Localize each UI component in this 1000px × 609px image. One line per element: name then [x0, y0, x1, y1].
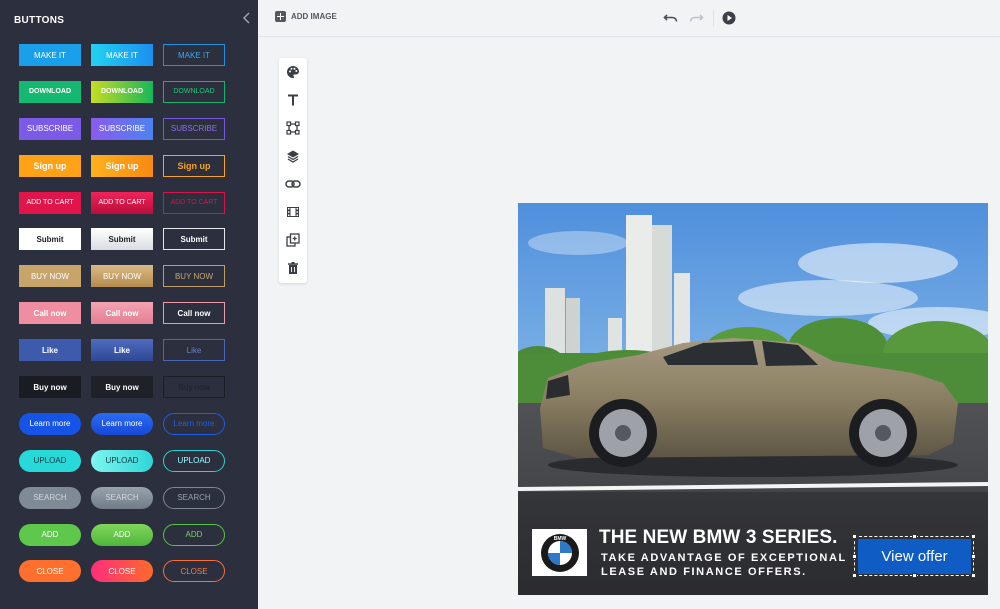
- duplicate-icon[interactable]: [285, 232, 301, 248]
- like-preset-button-3[interactable]: Like: [163, 339, 225, 362]
- down-preset-button-1[interactable]: DOWNLOAD: [19, 80, 81, 103]
- link-icon[interactable]: [285, 176, 301, 192]
- buy-preset-button-3[interactable]: BUY NOW: [163, 265, 225, 288]
- sign-preset-button-3[interactable]: Sign up: [163, 154, 225, 177]
- call-preset-button-2[interactable]: Call now: [91, 302, 153, 325]
- resize-handle-br[interactable]: [971, 573, 976, 578]
- sub-preset-button-3[interactable]: SUBSCRIBE: [163, 117, 225, 140]
- undo-icon[interactable]: [663, 10, 679, 26]
- make-preset-button-3[interactable]: MAKE IT: [163, 44, 225, 66]
- buy-preset-button-2[interactable]: BUY NOW: [91, 265, 153, 288]
- cart-preset-button-1[interactable]: ADD TO CART: [19, 191, 81, 214]
- add-image-label: ADD IMAGE: [291, 12, 337, 21]
- view-offer-button[interactable]: View offer: [858, 539, 971, 574]
- top-toolbar: ADD IMAGE: [258, 0, 1000, 37]
- plus-icon: [275, 11, 286, 22]
- text-icon[interactable]: [285, 92, 301, 108]
- search-preset-button-3[interactable]: SEARCH: [163, 486, 225, 509]
- transform-icon[interactable]: [285, 120, 301, 136]
- palette-icon[interactable]: [285, 64, 301, 80]
- resize-handle-t[interactable]: [912, 534, 917, 539]
- sub-preset-button-2[interactable]: SUBSCRIBE: [91, 117, 153, 140]
- buy-preset-button-1[interactable]: BUY NOW: [19, 265, 81, 288]
- ad-banner-canvas[interactable]: BMW THE NEW BMW 3 SERIES. TAKE ADVANTAGE…: [518, 203, 988, 595]
- learn-preset-button-1[interactable]: Learn more: [19, 412, 81, 435]
- ad-subheadline-line-2: LEASE AND FINANCE OFFERS.: [601, 566, 807, 578]
- sub-preset-button-1[interactable]: SUBSCRIBE: [19, 117, 81, 140]
- search-preset-button-1[interactable]: SEARCH: [19, 486, 81, 509]
- down-preset-button-3[interactable]: DOWNLOAD: [163, 80, 225, 103]
- sign-preset-button-1[interactable]: Sign up: [19, 154, 81, 177]
- buynow-preset-button-2[interactable]: Buy now: [91, 376, 153, 399]
- bmw-logo: BMW: [532, 529, 587, 576]
- add-image-button[interactable]: ADD IMAGE: [275, 11, 337, 22]
- redo-icon[interactable]: [688, 10, 704, 26]
- ad-headline[interactable]: THE NEW BMW 3 SERIES.: [599, 527, 838, 549]
- ad-subheadline-line-1: TAKE ADVANTAGE OF EXCEPTIONAL: [601, 552, 847, 564]
- down-preset-button-2[interactable]: DOWNLOAD: [91, 80, 153, 103]
- sign-preset-button-2[interactable]: Sign up: [91, 154, 153, 177]
- make-preset-button-1[interactable]: MAKE IT: [19, 44, 81, 66]
- svg-text:BMW: BMW: [553, 536, 566, 542]
- resize-handle-r[interactable]: [971, 554, 976, 559]
- resize-handle-tr[interactable]: [971, 534, 976, 539]
- toolbar-divider: [713, 10, 714, 27]
- buynow-preset-button-1[interactable]: Buy now: [19, 376, 81, 399]
- buynow-preset-button-3[interactable]: Buy now: [163, 376, 225, 399]
- upload-preset-button-2[interactable]: UPLOAD: [91, 449, 153, 472]
- add-preset-button-2[interactable]: ADD: [91, 523, 153, 546]
- like-preset-button-1[interactable]: Like: [19, 339, 81, 362]
- upload-preset-button-3[interactable]: UPLOAD: [163, 449, 225, 472]
- resize-handle-tl[interactable]: [852, 534, 857, 539]
- element-tools-panel: [279, 58, 307, 283]
- resize-handle-bl[interactable]: [852, 573, 857, 578]
- resize-handle-l[interactable]: [852, 554, 857, 559]
- search-preset-button-2[interactable]: SEARCH: [91, 486, 153, 509]
- submit-preset-button-2[interactable]: Submit: [91, 228, 153, 251]
- resize-handle-b[interactable]: [912, 573, 917, 578]
- button-presets-grid: MAKE IT MAKE IT MAKE IT DOWNLOAD DOWNLOAD DOW…: [19, 44, 225, 583]
- submit-preset-button-3[interactable]: Submit: [163, 228, 225, 251]
- chevron-left-icon[interactable]: [242, 12, 252, 24]
- call-preset-button-3[interactable]: Call now: [163, 302, 225, 325]
- ad-subheadline[interactable]: TAKE ADVANTAGE OF EXCEPTIONAL LEASE AND …: [601, 551, 847, 579]
- sidebar-title: BUTTONS: [14, 15, 65, 26]
- submit-preset-button-1[interactable]: Submit: [19, 228, 81, 251]
- film-icon[interactable]: [285, 204, 301, 220]
- like-preset-button-2[interactable]: Like: [91, 339, 153, 362]
- cart-preset-button-2[interactable]: ADD TO CART: [91, 191, 153, 214]
- layers-icon[interactable]: [285, 148, 301, 164]
- make-preset-button-2[interactable]: MAKE IT: [91, 44, 153, 66]
- buttons-sidebar: BUTTONS MAKE IT MAKE IT MAKE IT DOWNLOAD DOW…: [0, 0, 258, 609]
- upload-preset-button-1[interactable]: UPLOAD: [19, 449, 81, 472]
- add-preset-button-1[interactable]: ADD: [19, 523, 81, 546]
- cta-selection-box[interactable]: View offer: [852, 534, 976, 578]
- cart-preset-button-3[interactable]: ADD TO CART: [163, 191, 225, 214]
- close-preset-button-1[interactable]: CLOSE: [19, 560, 81, 583]
- play-icon[interactable]: [721, 10, 737, 26]
- close-preset-button-3[interactable]: CLOSE: [163, 560, 225, 583]
- trash-icon[interactable]: [285, 260, 301, 276]
- call-preset-button-1[interactable]: Call now: [19, 302, 81, 325]
- add-preset-button-3[interactable]: ADD: [163, 523, 225, 546]
- learn-preset-button-2[interactable]: Learn more: [91, 412, 153, 435]
- learn-preset-button-3[interactable]: Learn more: [163, 412, 225, 435]
- close-preset-button-2[interactable]: CLOSE: [91, 560, 153, 583]
- bmw-roundel-icon: BMW: [540, 533, 579, 572]
